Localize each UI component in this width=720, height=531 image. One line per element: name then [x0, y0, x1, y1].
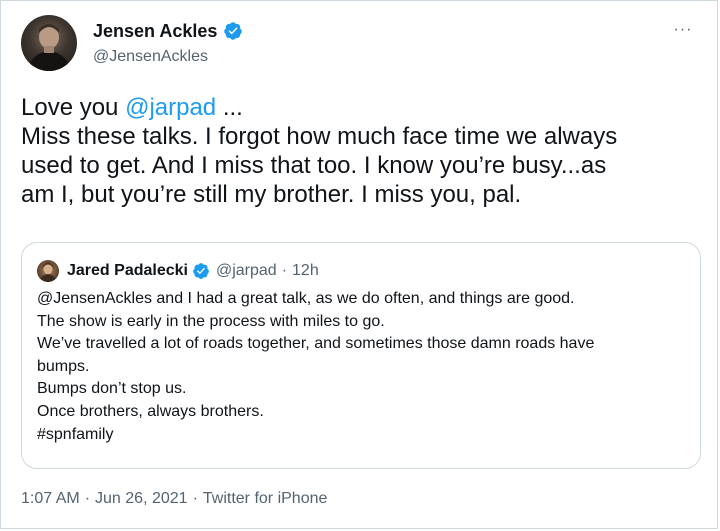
tweet-source[interactable]: Twitter for iPhone	[203, 490, 328, 508]
quoted-timestamp[interactable]: 12h	[292, 262, 319, 280]
quoted-verified-badge-icon	[193, 263, 209, 279]
quoted-line-4: bumps.	[37, 357, 90, 375]
quoted-line-5: Bumps don’t stop us.	[37, 380, 187, 398]
tweet-line-1-prefix: Love you	[21, 94, 126, 121]
tweet-line-1: Love you @jarpad ...	[21, 93, 711, 122]
verified-badge-icon	[224, 22, 243, 40]
mention-link[interactable]: @jarpad	[125, 94, 216, 121]
display-name-row: Jensen Ackles	[93, 20, 243, 42]
author-names: Jensen Ackles @JensenAckles	[93, 20, 243, 66]
quoted-author-handle[interactable]: @jarpad	[216, 262, 277, 280]
quoted-tweet-text: @JensenAckles and I had a great talk, as…	[37, 288, 687, 446]
tweet-line-1-suffix: ...	[216, 94, 243, 121]
quoted-line-1: @JensenAckles and I had a great talk, as…	[37, 290, 575, 307]
quoted-author-avatar[interactable]	[37, 260, 59, 282]
quoted-line-7: #spnfamily	[37, 425, 114, 443]
quoted-avatar-icon	[39, 262, 57, 282]
tweet-time[interactable]: 1:07 AM	[21, 490, 80, 508]
quoted-tweet-header: Jared Padalecki @jarpad · 12h	[37, 260, 319, 282]
tweet-line-2: Miss these talks. I forgot how much face…	[21, 123, 618, 150]
author-display-name[interactable]: Jensen Ackles	[93, 21, 217, 42]
quoted-tweet[interactable]: Jared Padalecki @jarpad · 12h @JensenAck…	[21, 242, 701, 469]
quoted-line-2: The show is early in the process with mi…	[37, 312, 385, 330]
meta-separator-1: ·	[84, 490, 91, 507]
quoted-line-3: We’ve travelled a lot of roads together,…	[37, 335, 595, 353]
tweet-card: Jensen Ackles @JensenAckles ··· Love you…	[0, 0, 718, 529]
tweet-line-3: used to get. And I miss that too. I know…	[21, 152, 607, 179]
tweet-text: Love you @jarpad ... Miss these talks. I…	[21, 93, 711, 209]
quoted-author-display-name[interactable]: Jared Padalecki	[67, 262, 188, 280]
more-options-icon[interactable]: ···	[669, 21, 697, 41]
tweet-metadata: 1:07 AM · Jun 26, 2021 · Twitter for iPh…	[21, 490, 327, 508]
quoted-line-6: Once brothers, always brothers.	[37, 402, 264, 420]
author-avatar[interactable]	[21, 15, 77, 71]
meta-separator-2: ·	[192, 490, 198, 507]
tweet-line-4: am I, but you’re still my brother. I mis…	[21, 181, 522, 208]
author-handle[interactable]: @JensenAckles	[93, 48, 243, 66]
avatar-icon	[27, 24, 71, 71]
quoted-separator-dot: ·	[281, 262, 288, 279]
tweet-date[interactable]: Jun 26, 2021	[95, 490, 188, 508]
tweet-header: Jensen Ackles @JensenAckles ···	[21, 15, 697, 71]
